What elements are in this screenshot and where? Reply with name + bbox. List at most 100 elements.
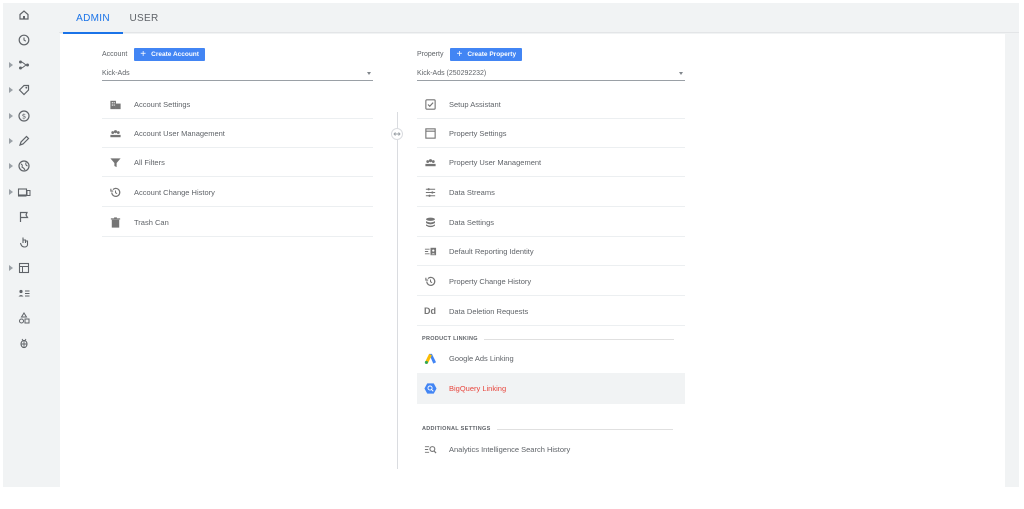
property-selected-value: Kick-Ads (250292232) xyxy=(417,70,487,77)
globe-icon xyxy=(17,159,31,173)
rail-tech[interactable] xyxy=(3,183,57,203)
bug-icon xyxy=(17,336,31,350)
dollar-icon: $ xyxy=(17,109,31,123)
property-change-history-label: Property Change History xyxy=(449,276,532,286)
expand-caret-icon xyxy=(9,265,13,271)
account-change-history-item[interactable]: Account Change History xyxy=(102,178,373,207)
users-icon xyxy=(108,126,122,140)
streams-icon xyxy=(423,185,437,199)
rail-audiences[interactable] xyxy=(3,284,57,304)
plus-icon: + xyxy=(456,48,463,60)
expand-caret-icon xyxy=(9,62,13,68)
data-streams-label: Data Streams xyxy=(449,187,495,197)
tab-user[interactable]: USER xyxy=(123,3,165,33)
additional-settings-title: ADDITIONAL SETTINGS xyxy=(422,426,491,432)
shapes-icon xyxy=(17,311,31,325)
account-settings-item[interactable]: Account Settings xyxy=(102,90,373,119)
bigquery-linking-item[interactable]: BigQuery Linking xyxy=(417,373,685,404)
google-ads-linking-item[interactable]: Google Ads Linking xyxy=(417,344,685,373)
property-label: Property xyxy=(417,51,444,58)
rail-monetization[interactable]: $ xyxy=(3,107,57,127)
bigquery-linking-label: BigQuery Linking xyxy=(449,384,507,393)
rail-tags[interactable] xyxy=(3,81,57,101)
account-selected-value: Kick-Ads xyxy=(102,70,130,77)
tag-icon xyxy=(17,83,31,97)
search-history-label: Analytics Intelligence Search History xyxy=(449,445,571,454)
app-window: $ ADMIN USER Account + Create Account Ki… xyxy=(3,3,1019,487)
section-divider xyxy=(496,428,673,430)
data-deletion-requests-item[interactable]: Dd Data Deletion Requests xyxy=(417,297,685,326)
create-account-button[interactable]: + Create Account xyxy=(134,48,205,61)
rail-events[interactable] xyxy=(3,208,57,228)
rail-realtime[interactable] xyxy=(3,31,57,51)
create-property-button[interactable]: + Create Property xyxy=(450,48,523,61)
customization-icon xyxy=(17,58,31,72)
rail-demographics[interactable] xyxy=(3,157,57,177)
data-deletion-requests-label: Data Deletion Requests xyxy=(449,306,529,316)
account-user-management-label: Account User Management xyxy=(134,128,225,138)
property-user-management-label: Property User Management xyxy=(449,157,542,167)
search-history-icon xyxy=(423,443,437,457)
default-reporting-identity-label: Default Reporting Identity xyxy=(449,246,534,256)
svg-text:$: $ xyxy=(22,113,26,121)
account-column-header: Account + Create Account xyxy=(102,48,205,61)
google-ads-icon xyxy=(423,352,437,366)
admin-tab-bar: ADMIN USER xyxy=(59,3,1019,34)
default-reporting-identity-item[interactable]: Default Reporting Identity xyxy=(417,237,685,266)
window-icon xyxy=(423,126,437,140)
expand-caret-icon xyxy=(9,189,13,195)
home-icon xyxy=(17,8,31,22)
users-icon xyxy=(423,155,437,169)
dropdown-arrow-icon xyxy=(679,72,683,75)
building-icon xyxy=(108,97,122,111)
all-filters-item[interactable]: All Filters xyxy=(102,148,373,177)
account-user-management-item[interactable]: Account User Management xyxy=(102,119,373,148)
rail-home[interactable] xyxy=(3,6,57,26)
identity-icon xyxy=(423,244,437,258)
dropdown-arrow-icon xyxy=(367,72,371,75)
property-change-history-item[interactable]: Property Change History xyxy=(417,267,685,296)
history-icon xyxy=(108,185,122,199)
left-nav-rail: $ xyxy=(3,3,57,487)
section-divider xyxy=(483,338,674,340)
account-selector[interactable]: Kick-Ads xyxy=(102,67,373,81)
property-column-header: Property + Create Property xyxy=(417,48,523,61)
setup-assistant-item[interactable]: Setup Assistant xyxy=(417,90,685,119)
dd-icon: Dd xyxy=(424,306,436,316)
all-filters-label: All Filters xyxy=(134,157,165,167)
property-selector[interactable]: Kick-Ads (250292232) xyxy=(417,67,685,81)
trash-can-label: Trash Can xyxy=(134,217,169,227)
tab-admin[interactable]: ADMIN xyxy=(63,3,123,34)
pen-icon xyxy=(17,134,31,148)
expand-caret-icon xyxy=(9,138,13,144)
rail-customization[interactable] xyxy=(3,56,57,76)
rail-reports[interactable] xyxy=(3,259,57,279)
trash-can-item[interactable]: Trash Can xyxy=(102,208,373,237)
property-settings-label: Property Settings xyxy=(449,128,507,138)
expand-caret-icon xyxy=(9,113,13,119)
google-ads-linking-label: Google Ads Linking xyxy=(449,354,514,363)
collapse-arrows-icon xyxy=(393,132,401,136)
data-streams-item[interactable]: Data Streams xyxy=(417,178,685,207)
column-divider xyxy=(397,112,398,469)
clock-icon xyxy=(17,33,31,47)
plus-icon: + xyxy=(140,48,147,60)
rail-engagement[interactable] xyxy=(3,233,57,253)
flag-icon xyxy=(17,210,31,224)
report-icon xyxy=(17,261,31,275)
rail-debug[interactable] xyxy=(3,334,57,354)
additional-settings-header: ADDITIONAL SETTINGS xyxy=(422,426,685,432)
rail-explore[interactable] xyxy=(3,309,57,329)
trash-icon xyxy=(108,215,122,229)
collapse-columns-button[interactable] xyxy=(391,128,403,140)
property-settings-item[interactable]: Property Settings xyxy=(417,119,685,148)
account-settings-label: Account Settings xyxy=(134,99,191,109)
product-linking-header: PRODUCT LINKING xyxy=(422,336,685,342)
admin-content-card: Account + Create Account Kick-Ads Accoun… xyxy=(60,34,1005,487)
expand-caret-icon xyxy=(9,87,13,93)
rail-behavior[interactable] xyxy=(3,132,57,152)
search-history-item[interactable]: Analytics Intelligence Search History xyxy=(417,435,685,464)
data-settings-item[interactable]: Data Settings xyxy=(417,208,685,237)
property-user-management-item[interactable]: Property User Management xyxy=(417,148,685,177)
product-linking-title: PRODUCT LINKING xyxy=(422,336,478,342)
